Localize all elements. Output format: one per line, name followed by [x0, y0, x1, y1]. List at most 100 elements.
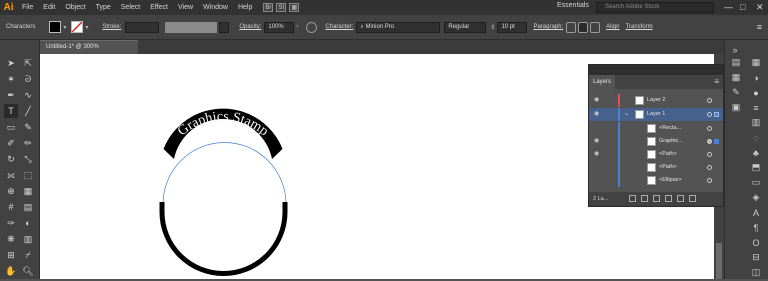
menu-window[interactable]: Window: [198, 0, 233, 15]
character-label[interactable]: Character:: [325, 24, 353, 30]
font-family-field[interactable]: ⌕ Minion Pro: [356, 21, 441, 33]
shape-builder-tool-icon[interactable]: ⊕: [4, 184, 18, 198]
minimize-button[interactable]: —: [724, 0, 733, 15]
width-tool-icon[interactable]: ⟗: [4, 168, 18, 182]
search-stock-input[interactable]: Search Adobe Stock: [596, 2, 714, 13]
target-circle-icon[interactable]: [707, 178, 712, 183]
selection-indicator[interactable]: [714, 112, 719, 117]
artboards-icon[interactable]: ▭: [750, 177, 762, 188]
stroke-swatch[interactable]: [71, 21, 84, 33]
menu-object[interactable]: Object: [60, 0, 90, 15]
collect-for-export-icon[interactable]: [677, 195, 684, 202]
tab-layers[interactable]: Layers: [589, 75, 615, 89]
expand-chevron-icon[interactable]: ⌄: [624, 108, 629, 121]
workspace-switcher[interactable]: Essentials: [557, 2, 589, 9]
visibility-eye-icon[interactable]: ◉: [594, 96, 602, 104]
target-circle-icon[interactable]: [707, 165, 712, 170]
layers-panel-titlebar[interactable]: [589, 65, 723, 75]
zoom-tool-icon[interactable]: 🔍︎: [21, 264, 35, 278]
selection-tool-icon[interactable]: ➤: [4, 56, 18, 70]
opentype-icon[interactable]: O: [750, 237, 762, 248]
type-tool-icon[interactable]: T: [4, 104, 18, 118]
shaper-tool-icon[interactable]: ✐: [4, 136, 18, 150]
dock-collapse-icon[interactable]: »: [729, 44, 741, 55]
visibility-eye-icon[interactable]: ◉: [594, 110, 602, 118]
transparency-icon[interactable]: ◌: [750, 132, 762, 143]
symbols-icon[interactable]: ♣: [750, 147, 762, 158]
opacity-label[interactable]: Opacity:: [239, 24, 261, 30]
layers-icon[interactable]: ◈: [750, 192, 762, 203]
chevron-right-icon[interactable]: ›: [296, 24, 298, 30]
document-tab[interactable]: Untitled-1* @ 300% (RGB/Preview) ×: [40, 40, 138, 63]
menu-type[interactable]: Type: [91, 0, 116, 15]
artboard-tool-icon[interactable]: ⊞: [4, 248, 18, 262]
menu-effect[interactable]: Effect: [145, 0, 173, 15]
delete-layer-icon[interactable]: [689, 195, 696, 202]
target-circle-icon[interactable]: [707, 139, 712, 144]
fill-swatch[interactable]: [49, 21, 62, 33]
stroke-label[interactable]: Stroke:: [102, 24, 121, 30]
graphic-styles-icon[interactable]: ▣: [730, 102, 742, 113]
new-layer-icon[interactable]: [665, 195, 672, 202]
pen-tool-icon[interactable]: ✒: [4, 88, 18, 102]
clipping-mask-icon[interactable]: [641, 195, 648, 202]
asset-export-icon[interactable]: ⬒: [750, 162, 762, 173]
font-size-stepper-icon[interactable]: ⇕: [490, 24, 495, 31]
opacity-field[interactable]: 100%: [264, 21, 295, 33]
character-icon[interactable]: A: [750, 207, 762, 218]
selected-path-hairline[interactable]: [162, 142, 287, 205]
magic-wand-tool-icon[interactable]: ✶: [4, 72, 18, 86]
layer-row[interactable]: <Ellipse>: [589, 174, 723, 187]
target-circle-icon[interactable]: [707, 98, 712, 103]
layer-row[interactable]: ◉ Layer 2: [589, 94, 723, 107]
rectangle-tool-icon[interactable]: ▭: [4, 120, 18, 134]
layer-row[interactable]: <Recta...: [589, 122, 723, 135]
close-window-button[interactable]: ✕: [756, 0, 764, 15]
visibility-eye-icon[interactable]: ◉: [594, 150, 602, 158]
stamp-lower-arc[interactable]: [159, 202, 288, 276]
new-sublayer-icon[interactable]: [653, 195, 660, 202]
chevron-down-icon[interactable]: ▾: [85, 24, 88, 31]
perspective-grid-tool-icon[interactable]: ▦: [21, 184, 35, 198]
paragraph-icon[interactable]: ¶: [750, 222, 762, 233]
direct-selection-tool-icon[interactable]: ⇱: [21, 56, 35, 70]
align-link[interactable]: Align: [606, 24, 619, 30]
align-panel-icon[interactable]: ⊟: [750, 252, 762, 263]
brushes-icon[interactable]: ✎: [730, 87, 742, 98]
variable-width-profile[interactable]: [165, 21, 218, 33]
target-circle-icon[interactable]: [707, 152, 712, 157]
curvature-tool-icon[interactable]: ∿: [21, 88, 35, 102]
panel-menu-icon[interactable]: ≡: [714, 77, 719, 86]
paintbrush-tool-icon[interactable]: ✎: [21, 120, 35, 134]
layer-name[interactable]: <Path>: [659, 148, 677, 161]
slice-tool-icon[interactable]: ⌿: [21, 248, 35, 262]
font-size-field[interactable]: 10 pt: [497, 21, 528, 33]
layer-name[interactable]: Layer 2: [647, 94, 665, 107]
layer-name[interactable]: <Path>: [659, 161, 677, 174]
align-center-icon[interactable]: [578, 21, 589, 33]
layer-name[interactable]: Layer 1: [647, 108, 665, 121]
selection-indicator[interactable]: [714, 139, 719, 144]
arrange-documents-icon[interactable]: ▦: [289, 3, 300, 12]
menu-view[interactable]: View: [173, 0, 198, 15]
swatches-icon[interactable]: ▦: [730, 72, 742, 83]
layer-row[interactable]: <Path>: [589, 161, 723, 174]
maximize-button[interactable]: □: [740, 0, 745, 15]
stroke-icon[interactable]: ≡: [750, 102, 762, 113]
locate-object-icon[interactable]: [629, 195, 636, 202]
layer-row[interactable]: ◉ <Path>: [589, 148, 723, 161]
layer-name[interactable]: <Ellipse>: [659, 174, 682, 187]
align-right-icon[interactable]: [590, 21, 601, 33]
paragraph-label[interactable]: Paragraph:: [533, 24, 563, 30]
blend-tool-icon[interactable]: ◐: [21, 216, 35, 230]
properties-icon[interactable]: ▤: [730, 57, 742, 68]
menu-edit[interactable]: Edit: [38, 0, 60, 15]
panel-menu-icon[interactable]: ≡: [757, 22, 762, 32]
target-circle-icon[interactable]: [707, 126, 712, 131]
target-circle-icon[interactable]: [707, 112, 712, 117]
vertical-scroll-thumb[interactable]: [716, 243, 722, 279]
pencil-tool-icon[interactable]: ✏: [21, 136, 35, 150]
color-icon[interactable]: ◑: [750, 72, 762, 83]
line-segment-tool-icon[interactable]: ╱: [21, 104, 35, 118]
free-transform-tool-icon[interactable]: ⬚: [21, 168, 35, 182]
